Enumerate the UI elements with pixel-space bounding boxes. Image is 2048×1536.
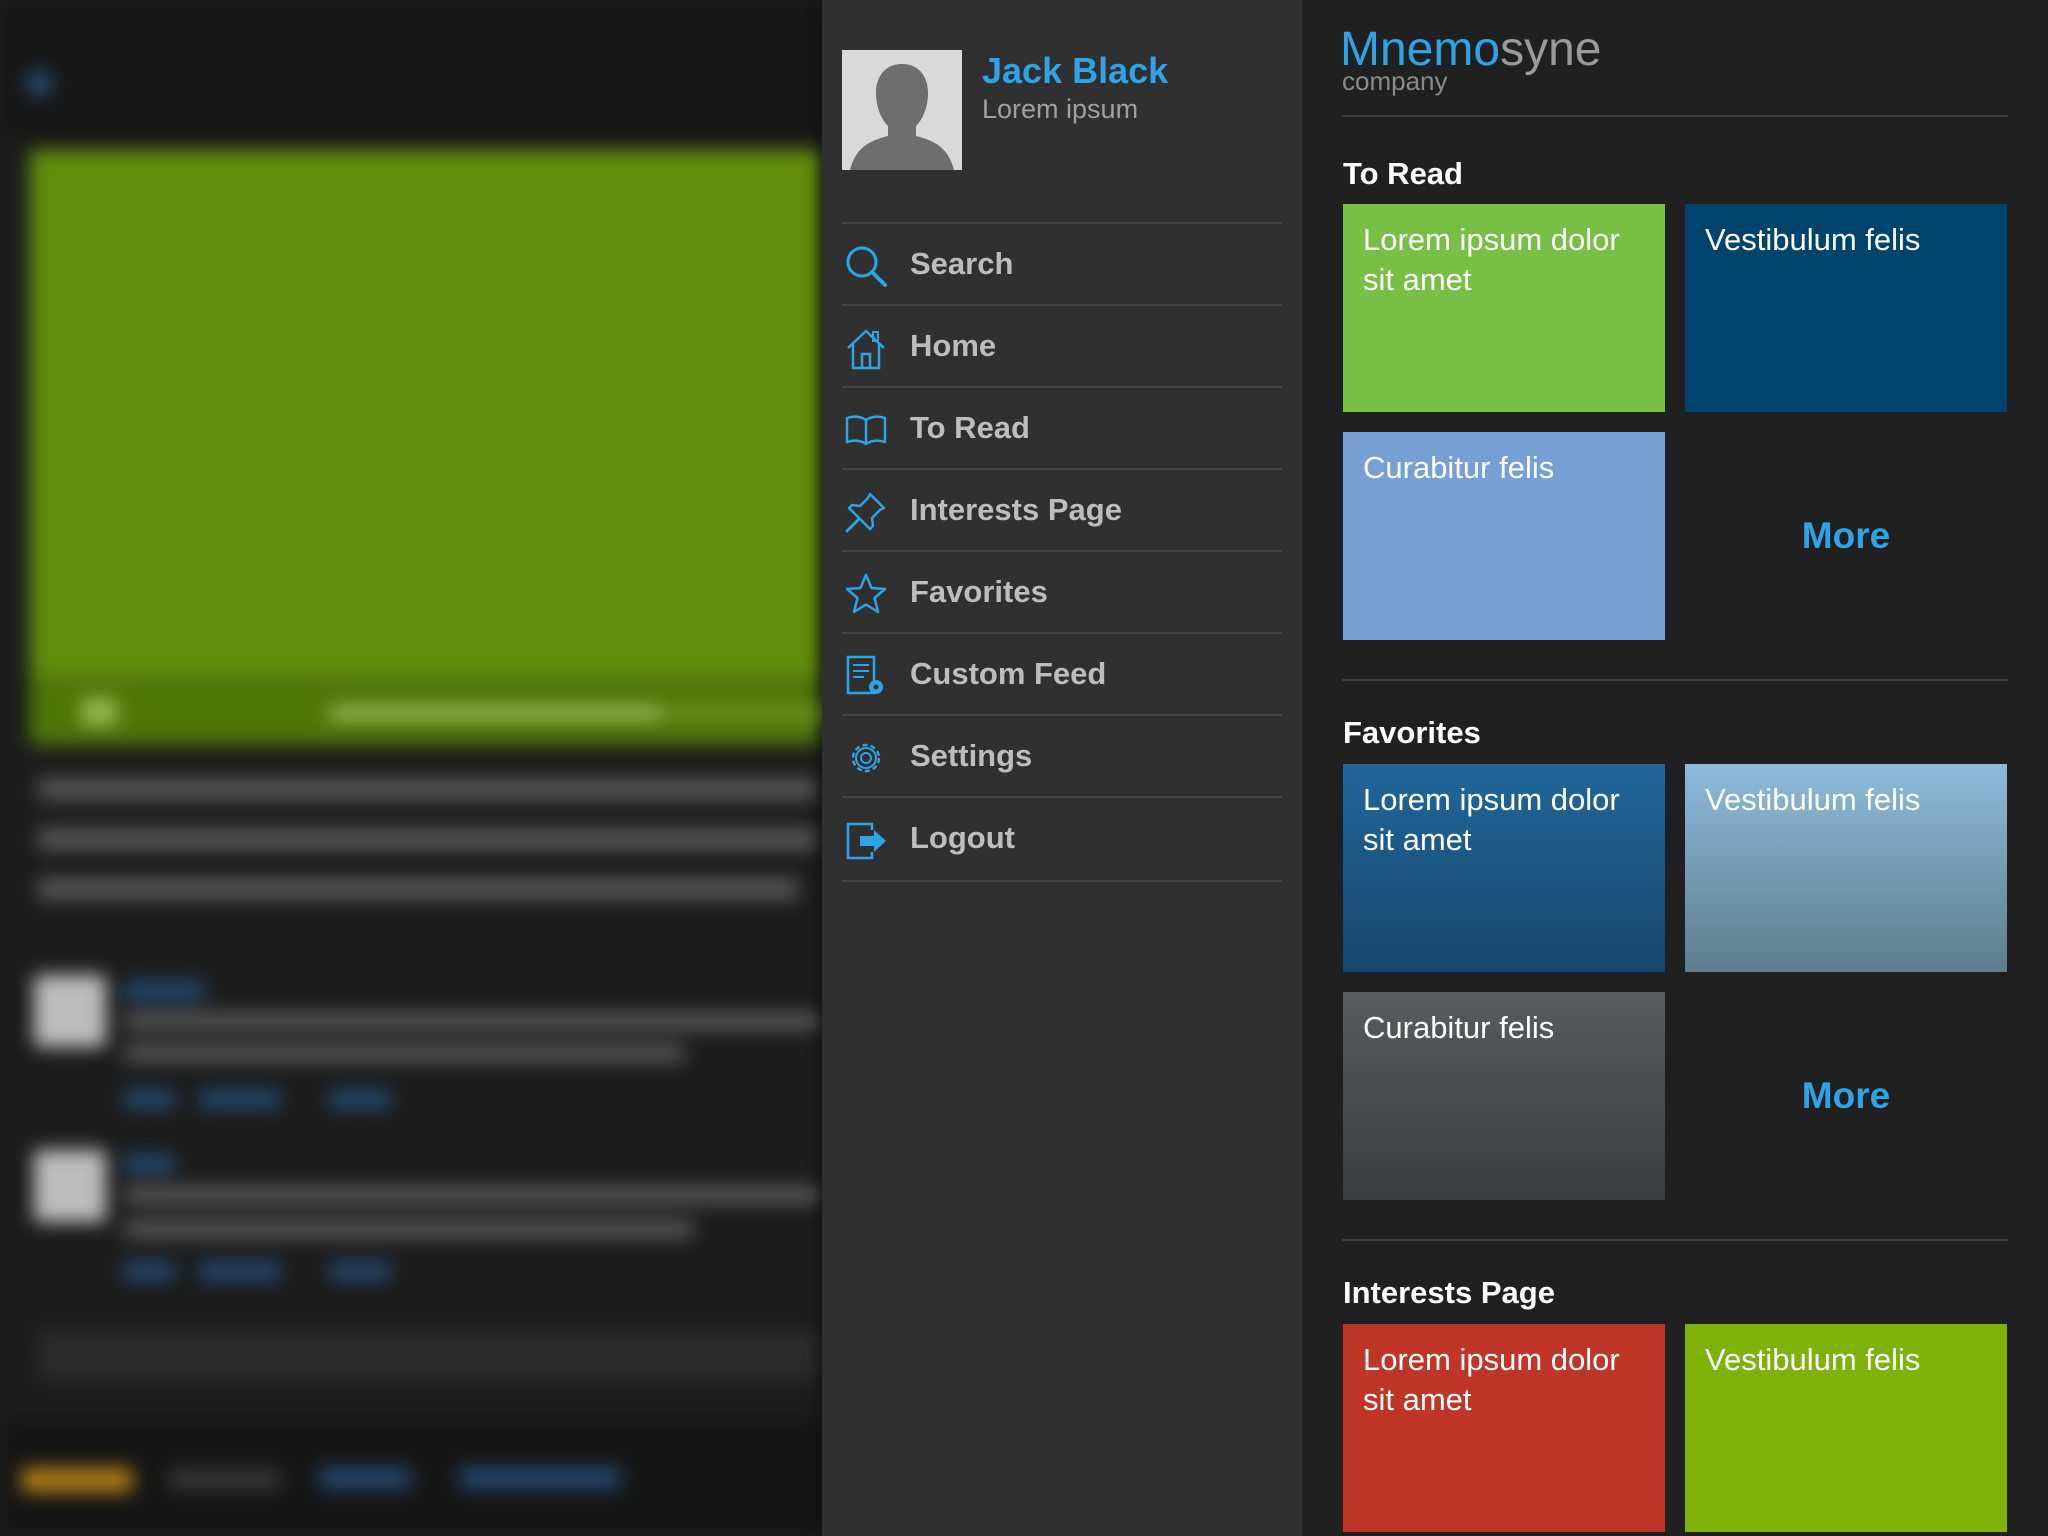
menu-item-favorites[interactable]: Favorites bbox=[842, 550, 1282, 632]
profile-name[interactable]: Jack Black bbox=[982, 50, 1168, 92]
background-text-line bbox=[124, 1012, 822, 1030]
tile-to-read-2[interactable]: Vestibulum felis bbox=[1685, 204, 2007, 412]
background-link bbox=[200, 1262, 280, 1280]
background-progress-bar bbox=[330, 707, 660, 719]
background-play-icon bbox=[82, 699, 116, 725]
background-bottom-bar bbox=[0, 1420, 822, 1536]
background-link bbox=[124, 1155, 174, 1173]
background-progress-track bbox=[660, 707, 822, 719]
menu-item-to-read[interactable]: To Read bbox=[842, 386, 1282, 468]
section-title-favorites: Favorites bbox=[1343, 715, 1481, 750]
background-page bbox=[0, 0, 822, 1536]
menu-item-label: Interests Page bbox=[910, 492, 1122, 527]
background-avatar bbox=[34, 1150, 106, 1222]
background-back-icon bbox=[26, 70, 52, 96]
background-comment-box bbox=[38, 1330, 822, 1380]
tile-to-read-3[interactable]: Curabitur felis bbox=[1343, 432, 1665, 640]
tile-favorites-1[interactable]: Lorem ipsum dolor sit amet bbox=[1343, 764, 1665, 972]
tile-to-read-1[interactable]: Lorem ipsum dolor sit amet bbox=[1343, 204, 1665, 412]
avatar[interactable] bbox=[842, 50, 962, 170]
more-favorites-link[interactable]: More bbox=[1685, 992, 2007, 1200]
tile-interests-2[interactable]: Vestibulum felis bbox=[1685, 1324, 2007, 1532]
background-link bbox=[124, 1262, 174, 1280]
tile-interests-1[interactable]: Lorem ipsum dolor sit amet bbox=[1343, 1324, 1665, 1532]
menu-item-settings[interactable]: Settings bbox=[842, 714, 1282, 796]
brand-subtitle: company bbox=[1342, 66, 1448, 96]
star-icon bbox=[845, 573, 887, 614]
brand-name-part2: syne bbox=[1500, 23, 1602, 76]
profile-subtitle: Lorem ipsum bbox=[982, 94, 1139, 124]
menu-item-custom-feed[interactable]: Custom Feed bbox=[842, 632, 1282, 714]
background-topbar bbox=[0, 0, 822, 140]
divider bbox=[1342, 1239, 2008, 1241]
background-badge bbox=[22, 1468, 132, 1492]
menu-item-label: Logout bbox=[910, 820, 1016, 855]
more-to-read-link[interactable]: More bbox=[1685, 432, 2007, 640]
tile-favorites-2[interactable]: Vestibulum felis bbox=[1685, 764, 2007, 972]
menu-item-label: Favorites bbox=[910, 574, 1048, 609]
menu-item-logout[interactable]: Logout bbox=[842, 796, 1282, 882]
divider bbox=[1342, 115, 2008, 117]
menu-item-label: Search bbox=[910, 246, 1014, 281]
background-text-line bbox=[124, 1220, 694, 1238]
background-text-line bbox=[38, 828, 818, 850]
logout-icon bbox=[846, 822, 886, 860]
search-icon bbox=[846, 246, 887, 287]
menu-item-label: Custom Feed bbox=[910, 656, 1107, 691]
section-title-to-read: To Read bbox=[1343, 156, 1463, 191]
menu-item-search[interactable]: Search bbox=[842, 222, 1282, 304]
background-text-line bbox=[124, 1186, 822, 1204]
background-link bbox=[200, 1090, 280, 1108]
background-avatar bbox=[34, 975, 106, 1047]
menu-item-interests[interactable]: Interests Page bbox=[842, 468, 1282, 550]
feed-settings-icon bbox=[846, 655, 883, 695]
pin-icon bbox=[845, 492, 886, 533]
background-video-placeholder bbox=[30, 150, 822, 745]
background-link bbox=[460, 1468, 620, 1488]
menu-item-label: Home bbox=[910, 328, 997, 363]
background-video-controls bbox=[30, 675, 822, 745]
section-title-interests: Interests Page bbox=[1343, 1275, 1555, 1310]
home-icon bbox=[847, 329, 885, 370]
background-link bbox=[330, 1262, 390, 1280]
side-menu: Jack Black Lorem ipsum Search Home To Re… bbox=[822, 0, 1302, 1536]
menu-list: Search Home To Read Interests Page Favor… bbox=[842, 222, 1282, 882]
menu-item-home[interactable]: Home bbox=[842, 304, 1282, 386]
background-link bbox=[320, 1468, 410, 1488]
background-link bbox=[330, 1090, 390, 1108]
gear-icon bbox=[851, 743, 881, 773]
book-icon bbox=[845, 415, 887, 446]
background-link bbox=[124, 982, 204, 1000]
background-label bbox=[170, 1470, 280, 1488]
background-text-line bbox=[124, 1044, 684, 1062]
menu-item-label: To Read bbox=[910, 410, 1030, 445]
user-silhouette-icon bbox=[842, 50, 962, 170]
background-link bbox=[124, 1090, 174, 1108]
background-text-line bbox=[38, 778, 818, 800]
menu-item-label: Settings bbox=[910, 738, 1033, 773]
background-text-line bbox=[38, 878, 798, 900]
divider bbox=[1342, 679, 2008, 681]
tile-favorites-3[interactable]: Curabitur felis bbox=[1343, 992, 1665, 1200]
content-panel: Mnemosyne company To Read Lorem ipsum do… bbox=[1302, 0, 2048, 1536]
